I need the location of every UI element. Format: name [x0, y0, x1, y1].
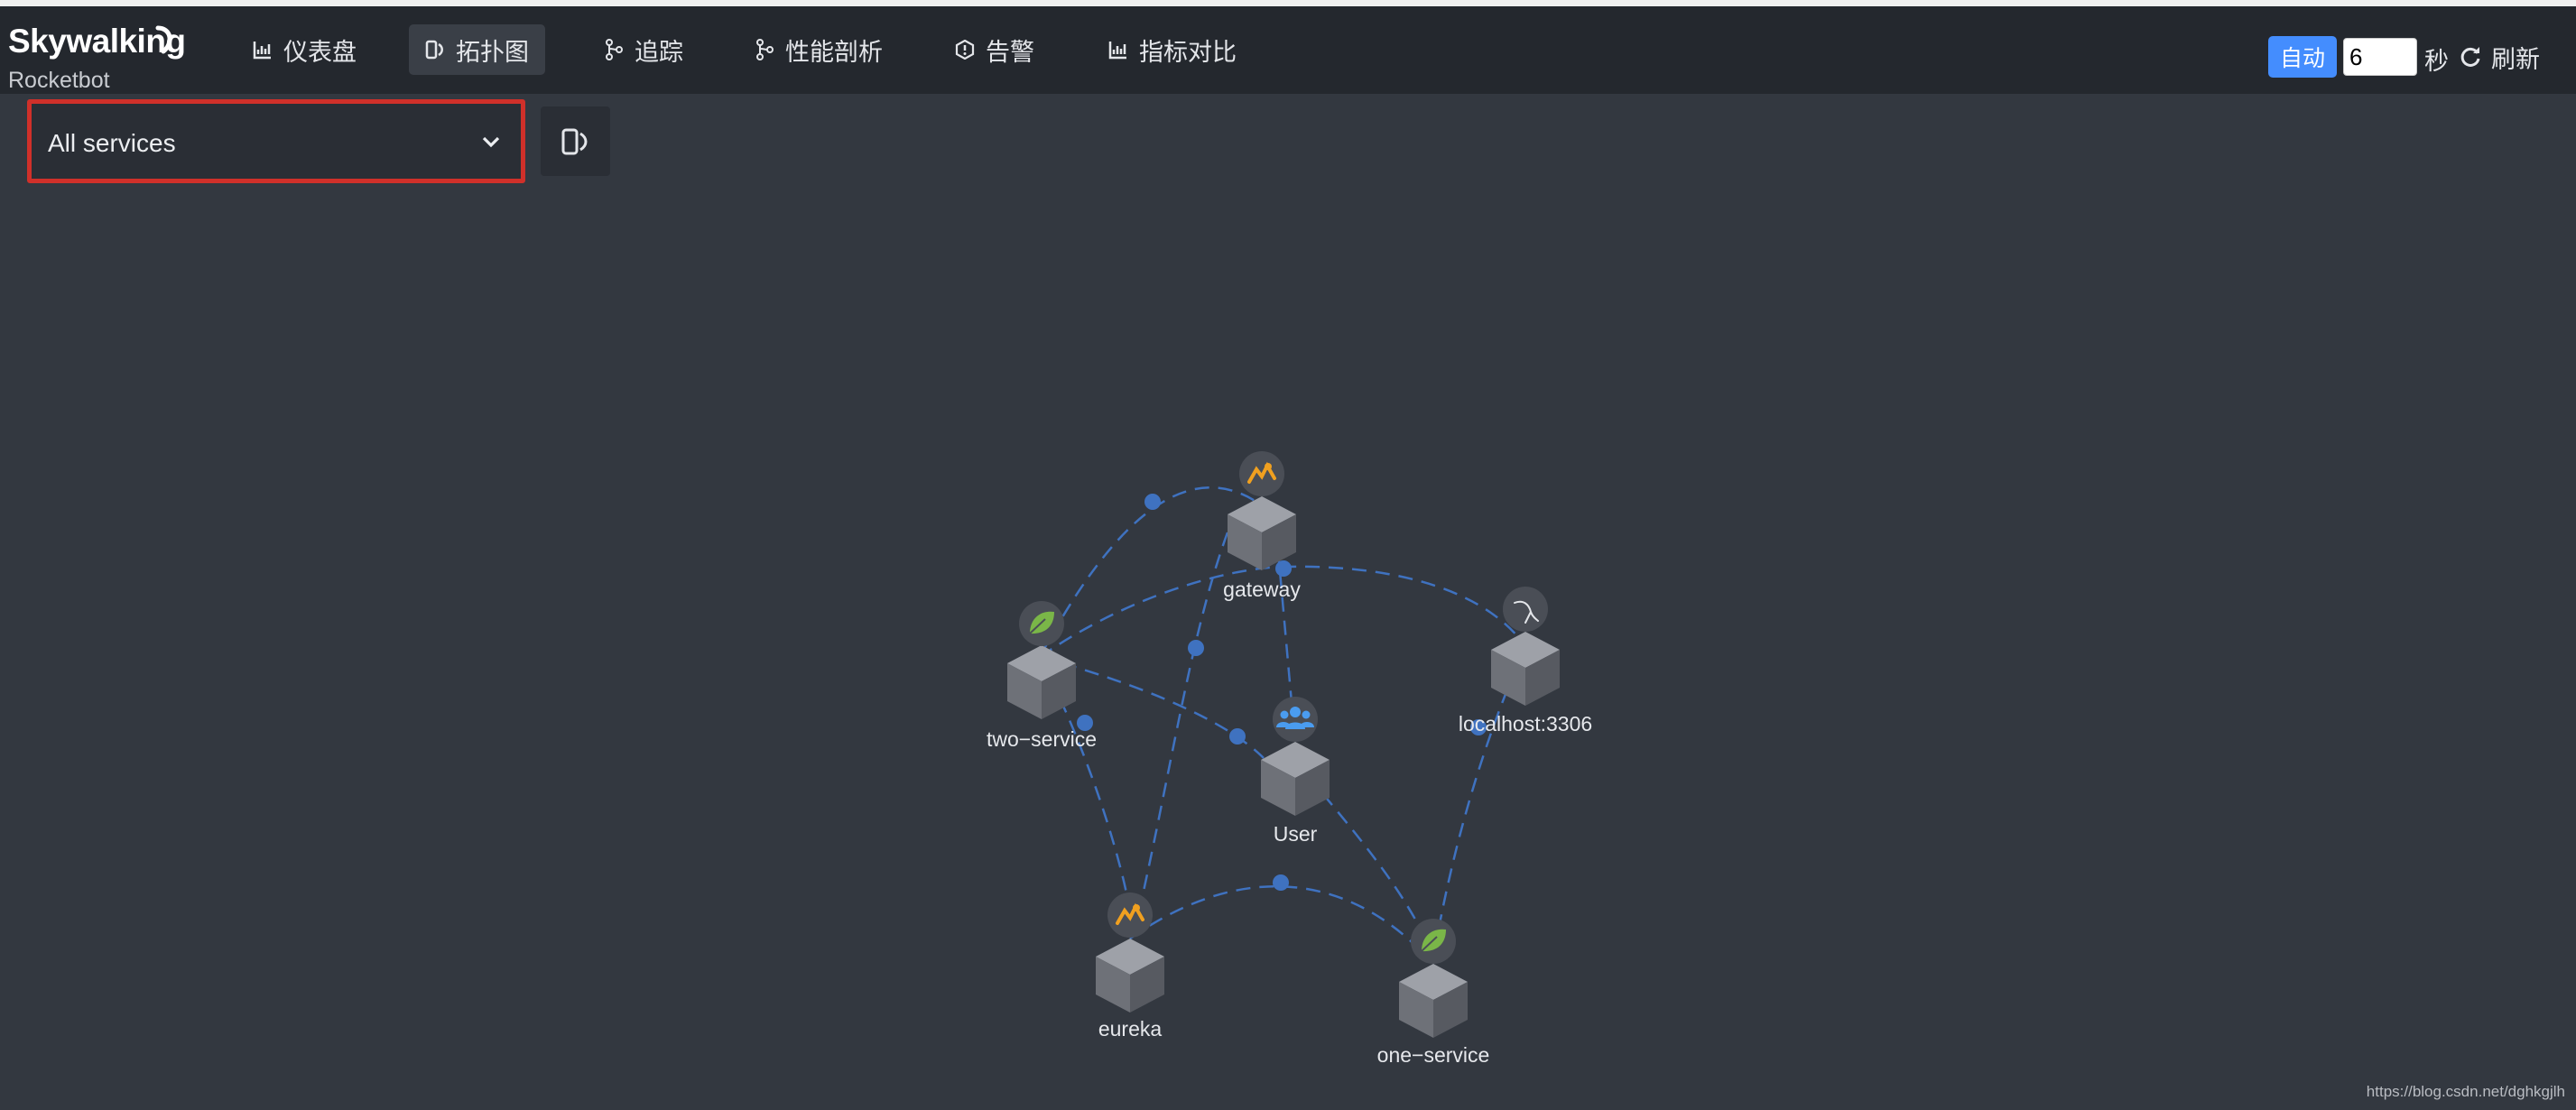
watermark: https://blog.csdn.net/dghkgjlh [2366, 1083, 2565, 1100]
node-localhost-3306[interactable]: localhost:3306 [1459, 587, 1592, 735]
node-label: localhost:3306 [1459, 712, 1592, 735]
topology-graph[interactable]: gateway two−service localhost:3306 User … [0, 0, 2576, 1110]
edge-gateway-eureka[interactable] [1137, 532, 1229, 912]
node-label: gateway [1223, 578, 1301, 601]
edge-marker[interactable] [1188, 640, 1204, 656]
node-label: User [1274, 822, 1318, 846]
node-label: one−service [1377, 1043, 1490, 1067]
node-eureka[interactable]: eureka [1096, 893, 1164, 1041]
edge-marker[interactable] [1229, 728, 1246, 745]
edge-two-service-gateway-arc[interactable] [1038, 486, 1263, 658]
node-gateway[interactable]: gateway [1223, 451, 1301, 601]
edge-marker[interactable] [1275, 560, 1292, 577]
node-label: eureka [1098, 1017, 1163, 1041]
node-label: two−service [987, 727, 1097, 751]
node-two-service[interactable]: two−service [987, 601, 1097, 751]
node-user[interactable]: User [1261, 697, 1330, 846]
edge-marker[interactable] [1144, 494, 1161, 510]
edge-gateway-localhost[interactable] [1281, 565, 1527, 647]
edge-marker[interactable] [1273, 874, 1289, 891]
edge-eureka-one-service[interactable] [1129, 884, 1432, 963]
node-one-service[interactable]: one−service [1377, 919, 1490, 1067]
